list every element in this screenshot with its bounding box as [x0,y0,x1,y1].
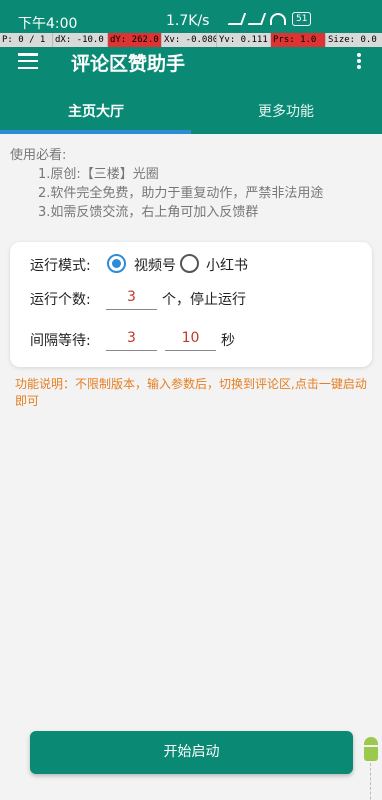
mode-label: 运行模式: [30,258,91,274]
status-bar: 下午4:00 1.7K/s 51 [0,0,382,33]
tab-home[interactable]: 主页大厅 [68,101,124,121]
pointer-location-bar: P: 0 / 1 dX: -10.0 dY: 262.0 Xv: -0.080 … [0,33,382,47]
app-bar: 评论区赞助手 主页大厅 更多功能 [0,47,382,134]
feature-description: 功能说明：不限制版本，输入参数后，切换到评论区,点击一键启动即可 [15,377,367,408]
debug-size: Size: 0.0 [326,33,382,47]
usage-item: 3.如需反馈交流，右上角可加入反馈群 [38,205,259,220]
start-button[interactable]: 开始启动 [30,731,353,774]
usage-item: 2.软件完全免费，助力于重复动作，严禁非法用途 [38,186,324,201]
interval-unit: 秒 [221,333,235,349]
battery-icon: 51 [292,12,312,26]
status-icons: 51 [227,12,312,26]
more-options-icon[interactable] [356,53,362,69]
interval-min-input[interactable]: 3 [106,327,157,351]
tab-more-features[interactable]: 更多功能 [258,101,314,121]
settings-card: 运行模式: 视频号 小红书 运行个数: 3 个，停止运行 间隔等待: 3 10 … [10,242,372,367]
app-title: 评论区赞助手 [71,53,186,75]
debug-prs: Prs: 1.0 [271,33,326,47]
radio-label-xiaohongshu[interactable]: 小红书 [206,255,248,275]
interval-label: 间隔等待: [30,333,91,349]
interval-max-input[interactable]: 10 [165,327,216,351]
debug-pointer: P: 0 / 1 [0,33,53,47]
wifi-icon [270,13,286,25]
signal-icon-2 [247,13,267,25]
count-input[interactable]: 3 [106,286,157,310]
menu-icon[interactable] [18,53,38,69]
count-label: 运行个数: [30,292,91,308]
debug-yv: Yv: 0.111 [217,33,271,47]
radio-label-video-account[interactable]: 视频号 [134,255,176,275]
usage-item: 1.原创:【三楼】光圈 [38,167,159,182]
radio-video-account[interactable] [107,254,126,273]
usage-notes: 使用必看: 1.原创:【三楼】光圈 2.软件完全免费，助力于重复动作，严禁非法用… [10,146,323,222]
network-speed: 1.7K/s [166,13,210,29]
debug-dy: dY: 262.0 [108,33,162,47]
android-float-icon[interactable] [362,737,380,800]
status-time: 下午4:00 [18,16,78,32]
debug-xv: Xv: -0.080 [162,33,217,47]
tab-indicator [0,130,191,134]
count-suffix: 个，停止运行 [162,292,246,308]
signal-icon [227,13,247,25]
radio-xiaohongshu[interactable] [180,254,199,273]
usage-heading: 使用必看: [10,148,67,163]
debug-dx: dX: -10.0 [53,33,108,47]
